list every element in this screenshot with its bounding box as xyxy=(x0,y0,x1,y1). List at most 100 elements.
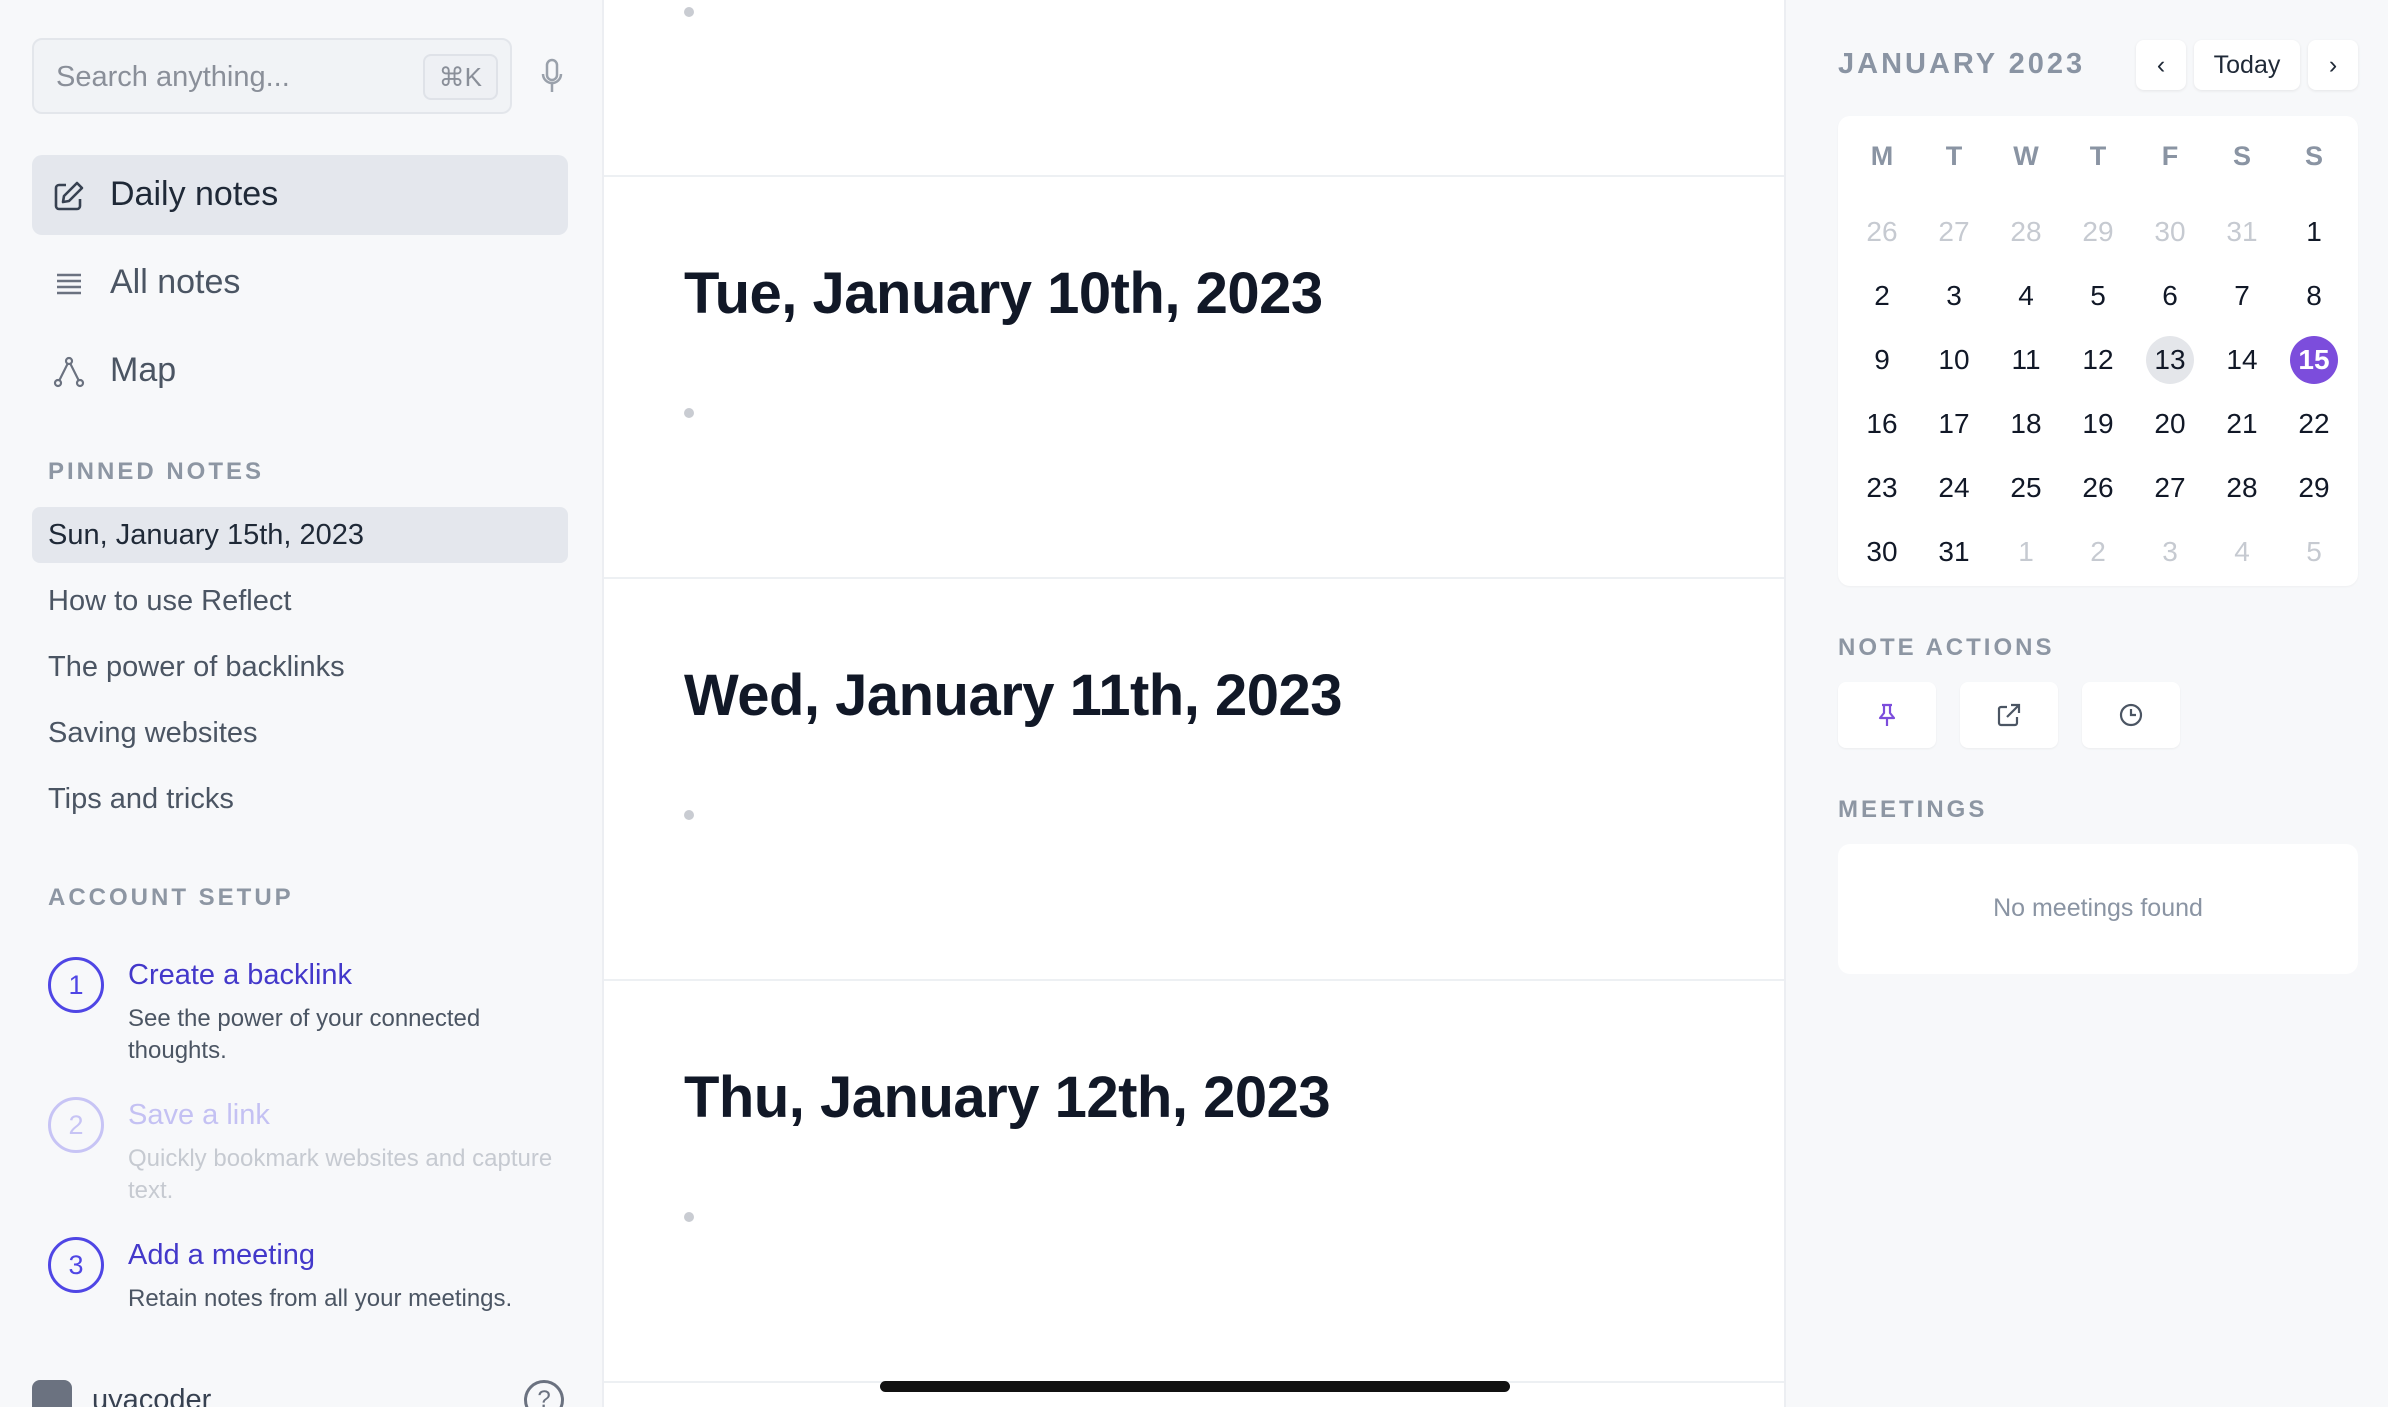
nav-daily-notes[interactable]: Daily notes xyxy=(32,155,568,235)
calendar-day[interactable]: 31 xyxy=(1918,520,1990,584)
calendar-day[interactable]: 23 xyxy=(1846,456,1918,520)
pinned-note-item[interactable]: Tips and tricks xyxy=(32,771,568,827)
calendar-day-number: 27 xyxy=(1938,216,1970,247)
history-button[interactable] xyxy=(2082,682,2180,748)
search-box[interactable]: ⌘K xyxy=(32,38,512,114)
calendar-day-number: 4 xyxy=(2234,536,2250,567)
search-input[interactable] xyxy=(56,58,416,96)
calendar-day-number: 21 xyxy=(2226,408,2258,439)
calendar-day[interactable]: 5 xyxy=(2278,520,2350,584)
help-icon[interactable]: ? xyxy=(524,1380,564,1407)
calendar-day[interactable]: 7 xyxy=(2206,264,2278,328)
calendar-day[interactable]: 4 xyxy=(1990,264,2062,328)
calendar-day[interactable]: 2 xyxy=(1846,264,1918,328)
calendar-day[interactable]: 26 xyxy=(1846,200,1918,264)
calendar-day[interactable]: 5 xyxy=(2062,264,2134,328)
nav-all-notes[interactable]: All notes xyxy=(32,243,568,323)
open-external-button[interactable] xyxy=(1960,682,2058,748)
calendar-day-number: 9 xyxy=(1874,344,1890,375)
calendar-day[interactable]: 31 xyxy=(2206,200,2278,264)
calendar-day[interactable]: 17 xyxy=(1918,392,1990,456)
calendar-day[interactable]: 26 xyxy=(2062,456,2134,520)
pinned-note-item[interactable]: The power of backlinks xyxy=(32,639,568,695)
calendar-day[interactable]: 19 xyxy=(2062,392,2134,456)
meetings-card: No meetings found xyxy=(1838,844,2358,974)
calendar-day-number: 3 xyxy=(2162,536,2178,567)
calendar-day[interactable]: 30 xyxy=(1846,520,1918,584)
calendar-day[interactable]: 28 xyxy=(2206,456,2278,520)
calendar-day[interactable]: 2 xyxy=(2062,520,2134,584)
weekday-header: W xyxy=(2013,141,2039,171)
calendar-day[interactable]: 21 xyxy=(2206,392,2278,456)
note-bullet[interactable] xyxy=(684,408,694,418)
nav-map[interactable]: Map xyxy=(32,331,568,411)
note-bullet[interactable] xyxy=(684,810,694,820)
calendar-day-number: 20 xyxy=(2154,408,2186,439)
calendar-day[interactable]: 12 xyxy=(2062,328,2134,392)
calendar-day[interactable]: 24 xyxy=(1918,456,1990,520)
calendar-day-number: 27 xyxy=(2154,472,2186,503)
pinned-note-item[interactable]: How to use Reflect xyxy=(32,573,568,629)
calendar-day[interactable]: 18 xyxy=(1990,392,2062,456)
calendar-day[interactable]: 16 xyxy=(1846,392,1918,456)
calendar-day-number: 6 xyxy=(2162,280,2178,311)
calendar-day-number: 26 xyxy=(2082,472,2114,503)
daily-notes-feed: Tue, January 10th, 2023 Wed, January 11t… xyxy=(604,0,1784,1407)
calendar-day[interactable]: 13 xyxy=(2134,328,2206,392)
calendar-day[interactable]: 3 xyxy=(1918,264,1990,328)
calendar-day-number: 1 xyxy=(2306,216,2322,247)
calendar-day-number: 14 xyxy=(2226,344,2258,375)
microphone-icon[interactable] xyxy=(540,58,564,96)
today-button[interactable]: Today xyxy=(2194,40,2300,90)
calendar-day[interactable]: 4 xyxy=(2206,520,2278,584)
calendar-day-number: 31 xyxy=(2226,216,2258,247)
calendar-day-number: 26 xyxy=(1866,216,1898,247)
calendar-day[interactable]: 25 xyxy=(1990,456,2062,520)
calendar-day[interactable]: 27 xyxy=(1918,200,1990,264)
account-setup-heading: ACCOUNT SETUP xyxy=(48,884,294,911)
calendar-day-number: 8 xyxy=(2306,280,2322,311)
calendar-day[interactable]: 11 xyxy=(1990,328,2062,392)
calendar-day-number: 16 xyxy=(1866,408,1898,439)
search-shortcut-badge: ⌘K xyxy=(422,54,498,100)
calendar-day-number: 30 xyxy=(1866,536,1898,567)
calendar-day-number: 10 xyxy=(1938,344,1970,375)
calendar-day[interactable]: 3 xyxy=(2134,520,2206,584)
calendar-day[interactable]: 20 xyxy=(2134,392,2206,456)
calendar-day-number: 31 xyxy=(1938,536,1970,567)
pin-note-button[interactable] xyxy=(1838,682,1936,748)
weekday-header: F xyxy=(2161,141,2179,171)
calendar-day[interactable]: 28 xyxy=(1990,200,2062,264)
calendar-day[interactable]: 9 xyxy=(1846,328,1918,392)
calendar-day[interactable]: 22 xyxy=(2278,392,2350,456)
step-title[interactable]: Save a link xyxy=(128,1099,270,1132)
note-bullet[interactable] xyxy=(684,1212,694,1222)
calendar-day[interactable]: 27 xyxy=(2134,456,2206,520)
calendar-day[interactable]: 29 xyxy=(2278,456,2350,520)
calendar-day[interactable]: 30 xyxy=(2134,200,2206,264)
calendar-day[interactable]: 15 xyxy=(2278,328,2350,392)
pinned-note-item[interactable]: Sun, January 15th, 2023 xyxy=(32,507,568,563)
step-title[interactable]: Create a backlink xyxy=(128,959,352,992)
external-link-icon xyxy=(1997,703,2021,727)
calendar-day[interactable]: 29 xyxy=(2062,200,2134,264)
calendar-day[interactable]: 6 xyxy=(2134,264,2206,328)
step-number: 3 xyxy=(48,1237,104,1293)
calendar-day-number: 3 xyxy=(1946,280,1962,311)
next-month-button[interactable]: › xyxy=(2308,40,2358,90)
calendar-day[interactable]: 10 xyxy=(1918,328,1990,392)
calendar-day-number: 19 xyxy=(2082,408,2114,439)
prev-month-button[interactable]: ‹ xyxy=(2136,40,2186,90)
calendar-day[interactable]: 14 xyxy=(2206,328,2278,392)
nav-label: Map xyxy=(110,351,177,389)
calendar-day-number: 13 xyxy=(2154,344,2186,375)
calendar-day[interactable]: 1 xyxy=(1990,520,2062,584)
pinned-note-item[interactable]: Saving websites xyxy=(32,705,568,761)
calendar-day[interactable]: 8 xyxy=(2278,264,2350,328)
note-bullet[interactable] xyxy=(684,7,694,17)
calendar-day-number: 23 xyxy=(1866,472,1898,503)
user-account[interactable]: uyacoder ? xyxy=(32,1380,572,1407)
calendar-day[interactable]: 1 xyxy=(2278,200,2350,264)
day-note-title: Wed, January 11th, 2023 xyxy=(684,663,1343,728)
step-title[interactable]: Add a meeting xyxy=(128,1239,315,1272)
